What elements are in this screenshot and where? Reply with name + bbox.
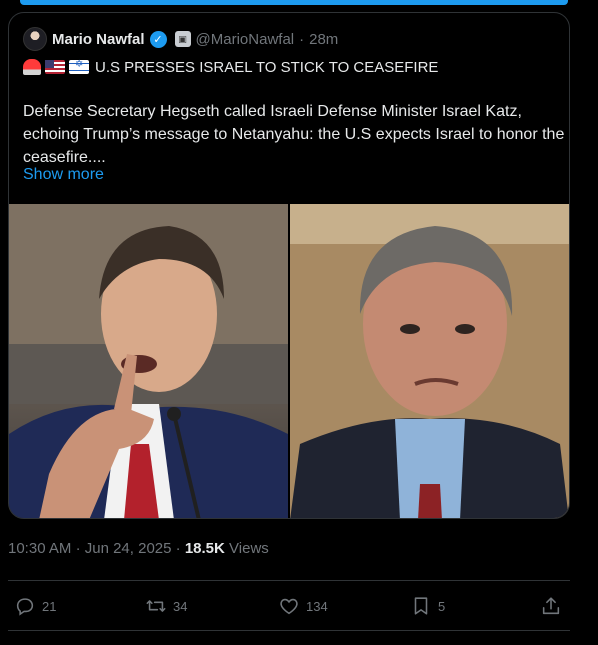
heart-icon xyxy=(280,598,298,615)
photo-left[interactable] xyxy=(9,204,288,518)
views-separator: · xyxy=(175,540,185,557)
bookmark-button[interactable]: 5 xyxy=(410,590,445,622)
us-flag-emoji-icon xyxy=(45,60,65,74)
headline-text: U.S PRESSES ISRAEL TO STICK TO CEASEFIRE xyxy=(95,58,439,76)
reply-button[interactable]: 21 xyxy=(14,590,56,622)
photo-right[interactable] xyxy=(290,204,569,518)
like-count: 134 xyxy=(306,598,328,614)
repost-icon xyxy=(146,600,166,612)
share-icon xyxy=(542,597,560,615)
quoted-tweet-card[interactable]: Mario Nawfal ✓ ▣ @MarioNawfal · 28m U.S … xyxy=(8,12,570,519)
reply-icon xyxy=(16,598,34,616)
photo-right-illustration xyxy=(290,204,569,518)
media-grid xyxy=(9,204,569,518)
author-handle[interactable]: @MarioNawfal xyxy=(196,31,295,48)
avatar[interactable] xyxy=(23,27,47,51)
tweet-body: Defense Secretary Hegseth called Israeli… xyxy=(23,103,565,166)
author-name[interactable]: Mario Nawfal xyxy=(52,31,145,48)
action-bar: 21 34 134 5 xyxy=(8,590,570,622)
timestamp-separator: · xyxy=(75,540,85,557)
israel-flag-emoji-icon xyxy=(69,59,89,74)
repost-button[interactable]: 34 xyxy=(145,590,187,622)
share-button[interactable] xyxy=(540,590,562,622)
separator-dot: · xyxy=(299,30,305,48)
views-count[interactable]: 18.5K xyxy=(185,540,225,557)
tweet-date[interactable]: Jun 24, 2025 xyxy=(85,540,172,557)
divider-bottom xyxy=(8,630,570,631)
photo-left-illustration xyxy=(9,204,288,518)
tweet-timestamp[interactable]: 10:30 AM · Jun 24, 2025 · 18.5K Views xyxy=(8,540,269,557)
like-button[interactable]: 134 xyxy=(278,590,328,622)
tweet-headline: U.S PRESSES ISRAEL TO STICK TO CEASEFIRE xyxy=(23,57,438,77)
repost-count: 34 xyxy=(173,598,188,614)
divider-top xyxy=(8,580,570,581)
previous-card-edge xyxy=(20,0,568,5)
bookmark-icon xyxy=(414,597,428,615)
affiliation-badge-icon[interactable]: ▣ xyxy=(174,31,191,47)
reply-count: 21 xyxy=(42,598,57,614)
tweet-header: Mario Nawfal ✓ ▣ @MarioNawfal · 28m xyxy=(23,27,338,51)
bookmark-count: 5 xyxy=(438,598,446,614)
views-label: Views xyxy=(229,540,269,557)
verified-badge-icon: ✓ xyxy=(149,30,167,48)
siren-emoji-icon xyxy=(23,59,41,75)
tweet-age[interactable]: 28m xyxy=(309,31,338,48)
tweet-time[interactable]: 10:30 AM xyxy=(8,540,71,557)
show-more-link[interactable]: Show more xyxy=(23,166,104,184)
